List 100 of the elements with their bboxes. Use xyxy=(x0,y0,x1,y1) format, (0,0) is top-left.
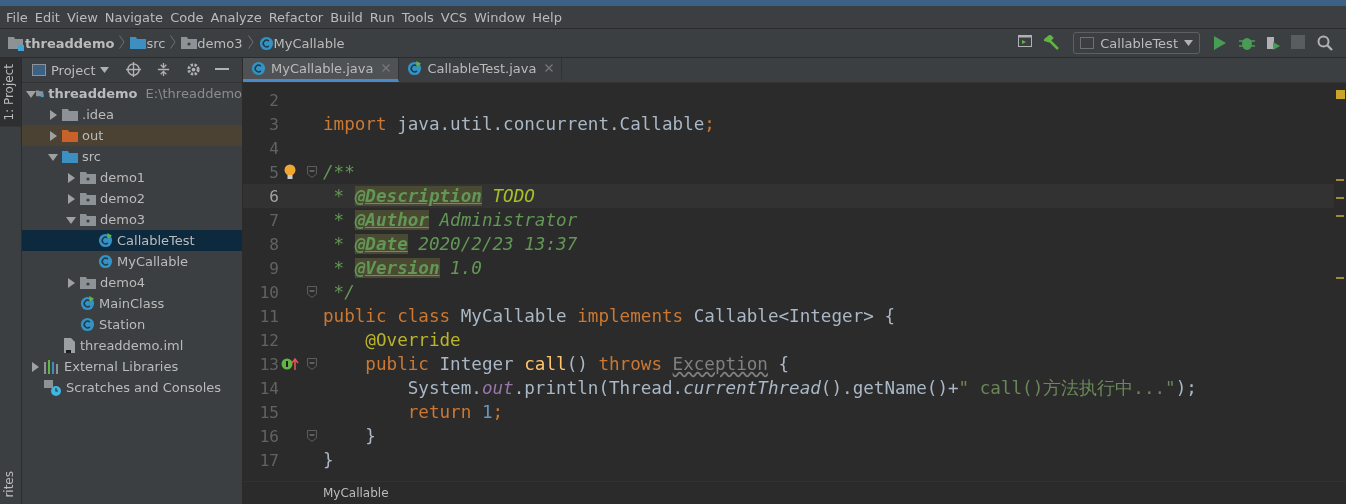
menu-item[interactable]: Refactor xyxy=(266,9,329,25)
menu-item[interactable]: File xyxy=(4,9,33,25)
warning-status-icon xyxy=(1335,90,1345,99)
collapse-arrow-icon[interactable] xyxy=(48,151,58,162)
fold-marker-icon[interactable] xyxy=(307,166,317,178)
menu-item[interactable]: Build xyxy=(328,9,368,25)
expand-arrow-icon[interactable] xyxy=(48,109,58,120)
menu-item[interactable]: Navigate xyxy=(102,9,169,25)
collapse-arrow-icon[interactable] xyxy=(26,88,36,99)
code-line: * @Author Administrator xyxy=(332,210,578,230)
caret-icon xyxy=(1184,40,1193,46)
tree-item[interactable]: MyCallable xyxy=(22,251,242,272)
chevron-icon xyxy=(170,34,177,49)
package-icon xyxy=(80,191,96,206)
lightbulb-icon[interactable] xyxy=(284,164,296,180)
line-number: 6 xyxy=(268,186,279,206)
tree-item[interactable]: src xyxy=(22,146,242,167)
tree-item[interactable]: demo2 xyxy=(22,188,242,209)
fold-marker-icon[interactable] xyxy=(307,286,317,298)
run-icon[interactable] xyxy=(1213,35,1227,51)
tree-item[interactable]: demo3 xyxy=(22,209,242,230)
tree-item[interactable]: MainClass xyxy=(22,293,242,314)
tree-item[interactable]: CallableTest xyxy=(22,230,242,251)
breadcrumb[interactable]: src xyxy=(146,35,166,51)
line-number: 7 xyxy=(268,210,279,230)
line-number: 9 xyxy=(268,258,279,278)
menu-item[interactable]: View xyxy=(64,9,103,25)
editor-breadcrumb[interactable]: MyCallable xyxy=(323,486,389,500)
tree-item[interactable]: Scratches and Consoles xyxy=(22,377,242,398)
code-line: return 1; xyxy=(406,402,504,422)
side-tool-tab[interactable]: rites xyxy=(0,465,21,504)
line-number: 15 xyxy=(258,402,279,422)
line-number: 14 xyxy=(258,378,279,398)
collapse-arrow-icon[interactable] xyxy=(66,214,76,225)
bug-icon[interactable] xyxy=(1239,35,1255,51)
runnable-class-icon xyxy=(80,296,95,311)
tree-item[interactable]: out xyxy=(22,125,242,146)
settings-icon[interactable] xyxy=(185,62,201,77)
implements-method-icon[interactable] xyxy=(281,357,299,371)
terminal-window-icon[interactable] xyxy=(1018,35,1033,47)
line-number: 2 xyxy=(268,90,279,110)
menu-item[interactable]: Tools xyxy=(399,9,439,25)
runnable-class-icon xyxy=(98,233,113,248)
hammer-icon[interactable] xyxy=(1044,35,1061,51)
chevron-icon xyxy=(119,34,126,49)
fold-marker-icon[interactable] xyxy=(307,358,317,370)
breadcrumb[interactable]: threaddemo xyxy=(25,35,115,51)
expand-arrow-icon[interactable] xyxy=(30,361,40,372)
code-line: * @Date 2020/2/23 13:37 xyxy=(332,234,578,254)
package-icon xyxy=(80,170,96,185)
runnable-class-icon xyxy=(407,61,423,76)
close-icon[interactable] xyxy=(545,64,554,72)
tree-item[interactable]: demo4 xyxy=(22,272,242,293)
expand-arrow-icon[interactable] xyxy=(66,172,76,183)
editor-tab[interactable]: CallableTest.java xyxy=(399,58,563,82)
line-number: 3 xyxy=(268,114,279,134)
chevron-icon xyxy=(247,34,254,49)
tree-item[interactable]: External Libraries xyxy=(22,356,242,377)
line-number: 11 xyxy=(258,306,279,326)
menu-item[interactable]: VCS xyxy=(438,9,473,25)
code-line: * @Description TODO xyxy=(332,186,535,206)
coverage-run-icon[interactable] xyxy=(1265,35,1281,51)
expand-arrow-icon[interactable] xyxy=(66,193,76,204)
class-icon xyxy=(258,35,274,51)
side-tool-tab[interactable]: 1: Project xyxy=(0,58,21,127)
code-line: System.out.println(Thread.currentThread().getName()+" call()方法执行中..."); xyxy=(406,377,1197,400)
fold-marker-icon[interactable] xyxy=(307,430,317,442)
breadcrumb[interactable]: demo3 xyxy=(197,35,243,51)
search-icon[interactable] xyxy=(1317,35,1333,51)
expand-arrow-icon[interactable] xyxy=(66,277,76,288)
locate-icon[interactable] xyxy=(126,62,142,77)
tree-item[interactable]: .idea xyxy=(22,104,242,125)
menu-item[interactable]: Run xyxy=(367,9,400,25)
menu-item[interactable]: Analyze xyxy=(208,9,267,25)
tree-item[interactable]: threaddemo E:\threaddemo xyxy=(22,83,242,104)
menu-item[interactable]: Code xyxy=(168,9,209,25)
code-line: */ xyxy=(332,282,355,302)
editor-tab[interactable]: MyCallable.java xyxy=(243,58,400,82)
menu-item[interactable]: Edit xyxy=(32,9,65,25)
code-line: } xyxy=(364,426,376,446)
tree-item[interactable]: demo1 xyxy=(22,167,242,188)
breadcrumb[interactable]: MyCallable xyxy=(273,35,345,51)
tree-item[interactable]: threaddemo.iml xyxy=(22,335,242,356)
menu-item[interactable]: Help xyxy=(530,9,567,25)
project-view-dropdown[interactable]: Project xyxy=(28,62,114,78)
folder-icon xyxy=(62,149,78,164)
class-icon xyxy=(251,61,266,76)
package-icon xyxy=(181,36,198,50)
line-number: 13 xyxy=(258,354,279,374)
line-number: 10 xyxy=(258,282,279,302)
code-line: /** xyxy=(323,162,355,182)
expand-arrow-icon[interactable] xyxy=(48,130,58,141)
run-configuration-dropdown[interactable]: CallableTest xyxy=(1073,32,1200,54)
code-line: import java.util.concurrent.Callable; xyxy=(323,114,715,134)
collapse-all-icon[interactable] xyxy=(156,62,172,77)
folder-icon xyxy=(130,36,147,50)
menu-item[interactable]: Window xyxy=(472,9,531,25)
tree-item[interactable]: Station xyxy=(22,314,242,335)
scratches-icon xyxy=(44,379,62,396)
class-icon xyxy=(98,254,113,269)
